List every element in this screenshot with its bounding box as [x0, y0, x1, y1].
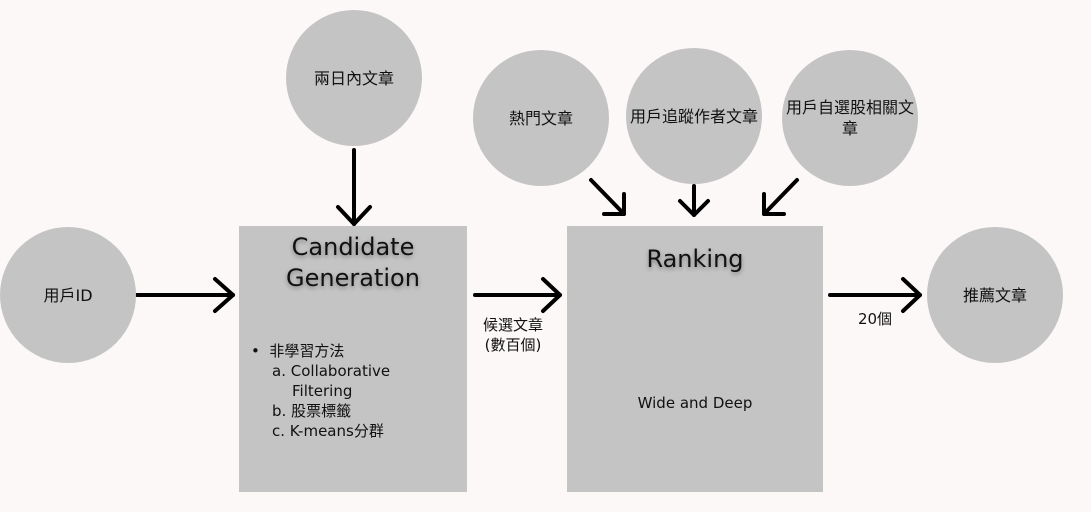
- method-heading: 非學習方法: [269, 342, 345, 360]
- candidate-title-line2: Generation: [286, 264, 420, 292]
- node-watchlist-articles: 用戶自選股相關文章: [782, 50, 918, 186]
- edge-label-line: (數百個): [484, 336, 542, 354]
- node-label: 用戶ID: [43, 285, 93, 305]
- node-label: 熱門文章: [508, 108, 573, 128]
- node-recommended: 推薦文章: [927, 227, 1063, 363]
- node-label: 推薦文章: [962, 285, 1027, 305]
- bullet: •: [251, 342, 260, 360]
- edge-label-output-count: 20個: [857, 310, 893, 328]
- item-marker: c.: [272, 422, 286, 440]
- node-recent-articles: 兩日內文章: [286, 10, 422, 146]
- ranking-model: Wide and Deep: [637, 394, 753, 412]
- node-hot-articles: 熱門文章: [473, 50, 609, 186]
- method-item-cont: Filtering: [292, 382, 353, 400]
- arrow-ranking-to-recommended: [828, 277, 922, 313]
- arrow-recent-to-candidate: [336, 148, 372, 226]
- ranking-box: Ranking Wide and Deep: [567, 226, 823, 492]
- arrow-userid-to-candidate: [135, 277, 235, 313]
- method-item: Collaborative: [290, 362, 391, 380]
- arrow-candidate-to-ranking: [473, 277, 562, 313]
- node-label: 用戶追蹤作者文章: [630, 106, 759, 126]
- node-user-id: 用戶ID: [0, 227, 136, 363]
- method-item: 股票標籤: [291, 402, 352, 420]
- item-marker: a.: [272, 362, 286, 380]
- node-label: 用戶自選股相關文章: [786, 98, 915, 138]
- arrow-followed-to-ranking: [678, 184, 710, 217]
- method-list: • 非學習方法 a. Collaborative Filtering b. 股票…: [251, 341, 390, 441]
- edge-label-candidates: 候選文章 (數百個): [470, 315, 556, 355]
- arrow-hot-to-ranking: [589, 178, 626, 216]
- arrow-watchlist-to-ranking: [762, 178, 799, 216]
- node-followed-authors: 用戶追蹤作者文章: [626, 48, 762, 184]
- method-item: K-means分群: [289, 422, 384, 440]
- item-marker: b.: [272, 402, 287, 420]
- candidate-generation-box: Candidate Generation • 非學習方法 a. Collabor…: [239, 226, 467, 492]
- candidate-title-line1: Candidate: [291, 233, 415, 261]
- node-label: 兩日內文章: [313, 68, 394, 88]
- ranking-title: Ranking: [646, 245, 744, 273]
- edge-label-line: 候選文章: [482, 316, 543, 334]
